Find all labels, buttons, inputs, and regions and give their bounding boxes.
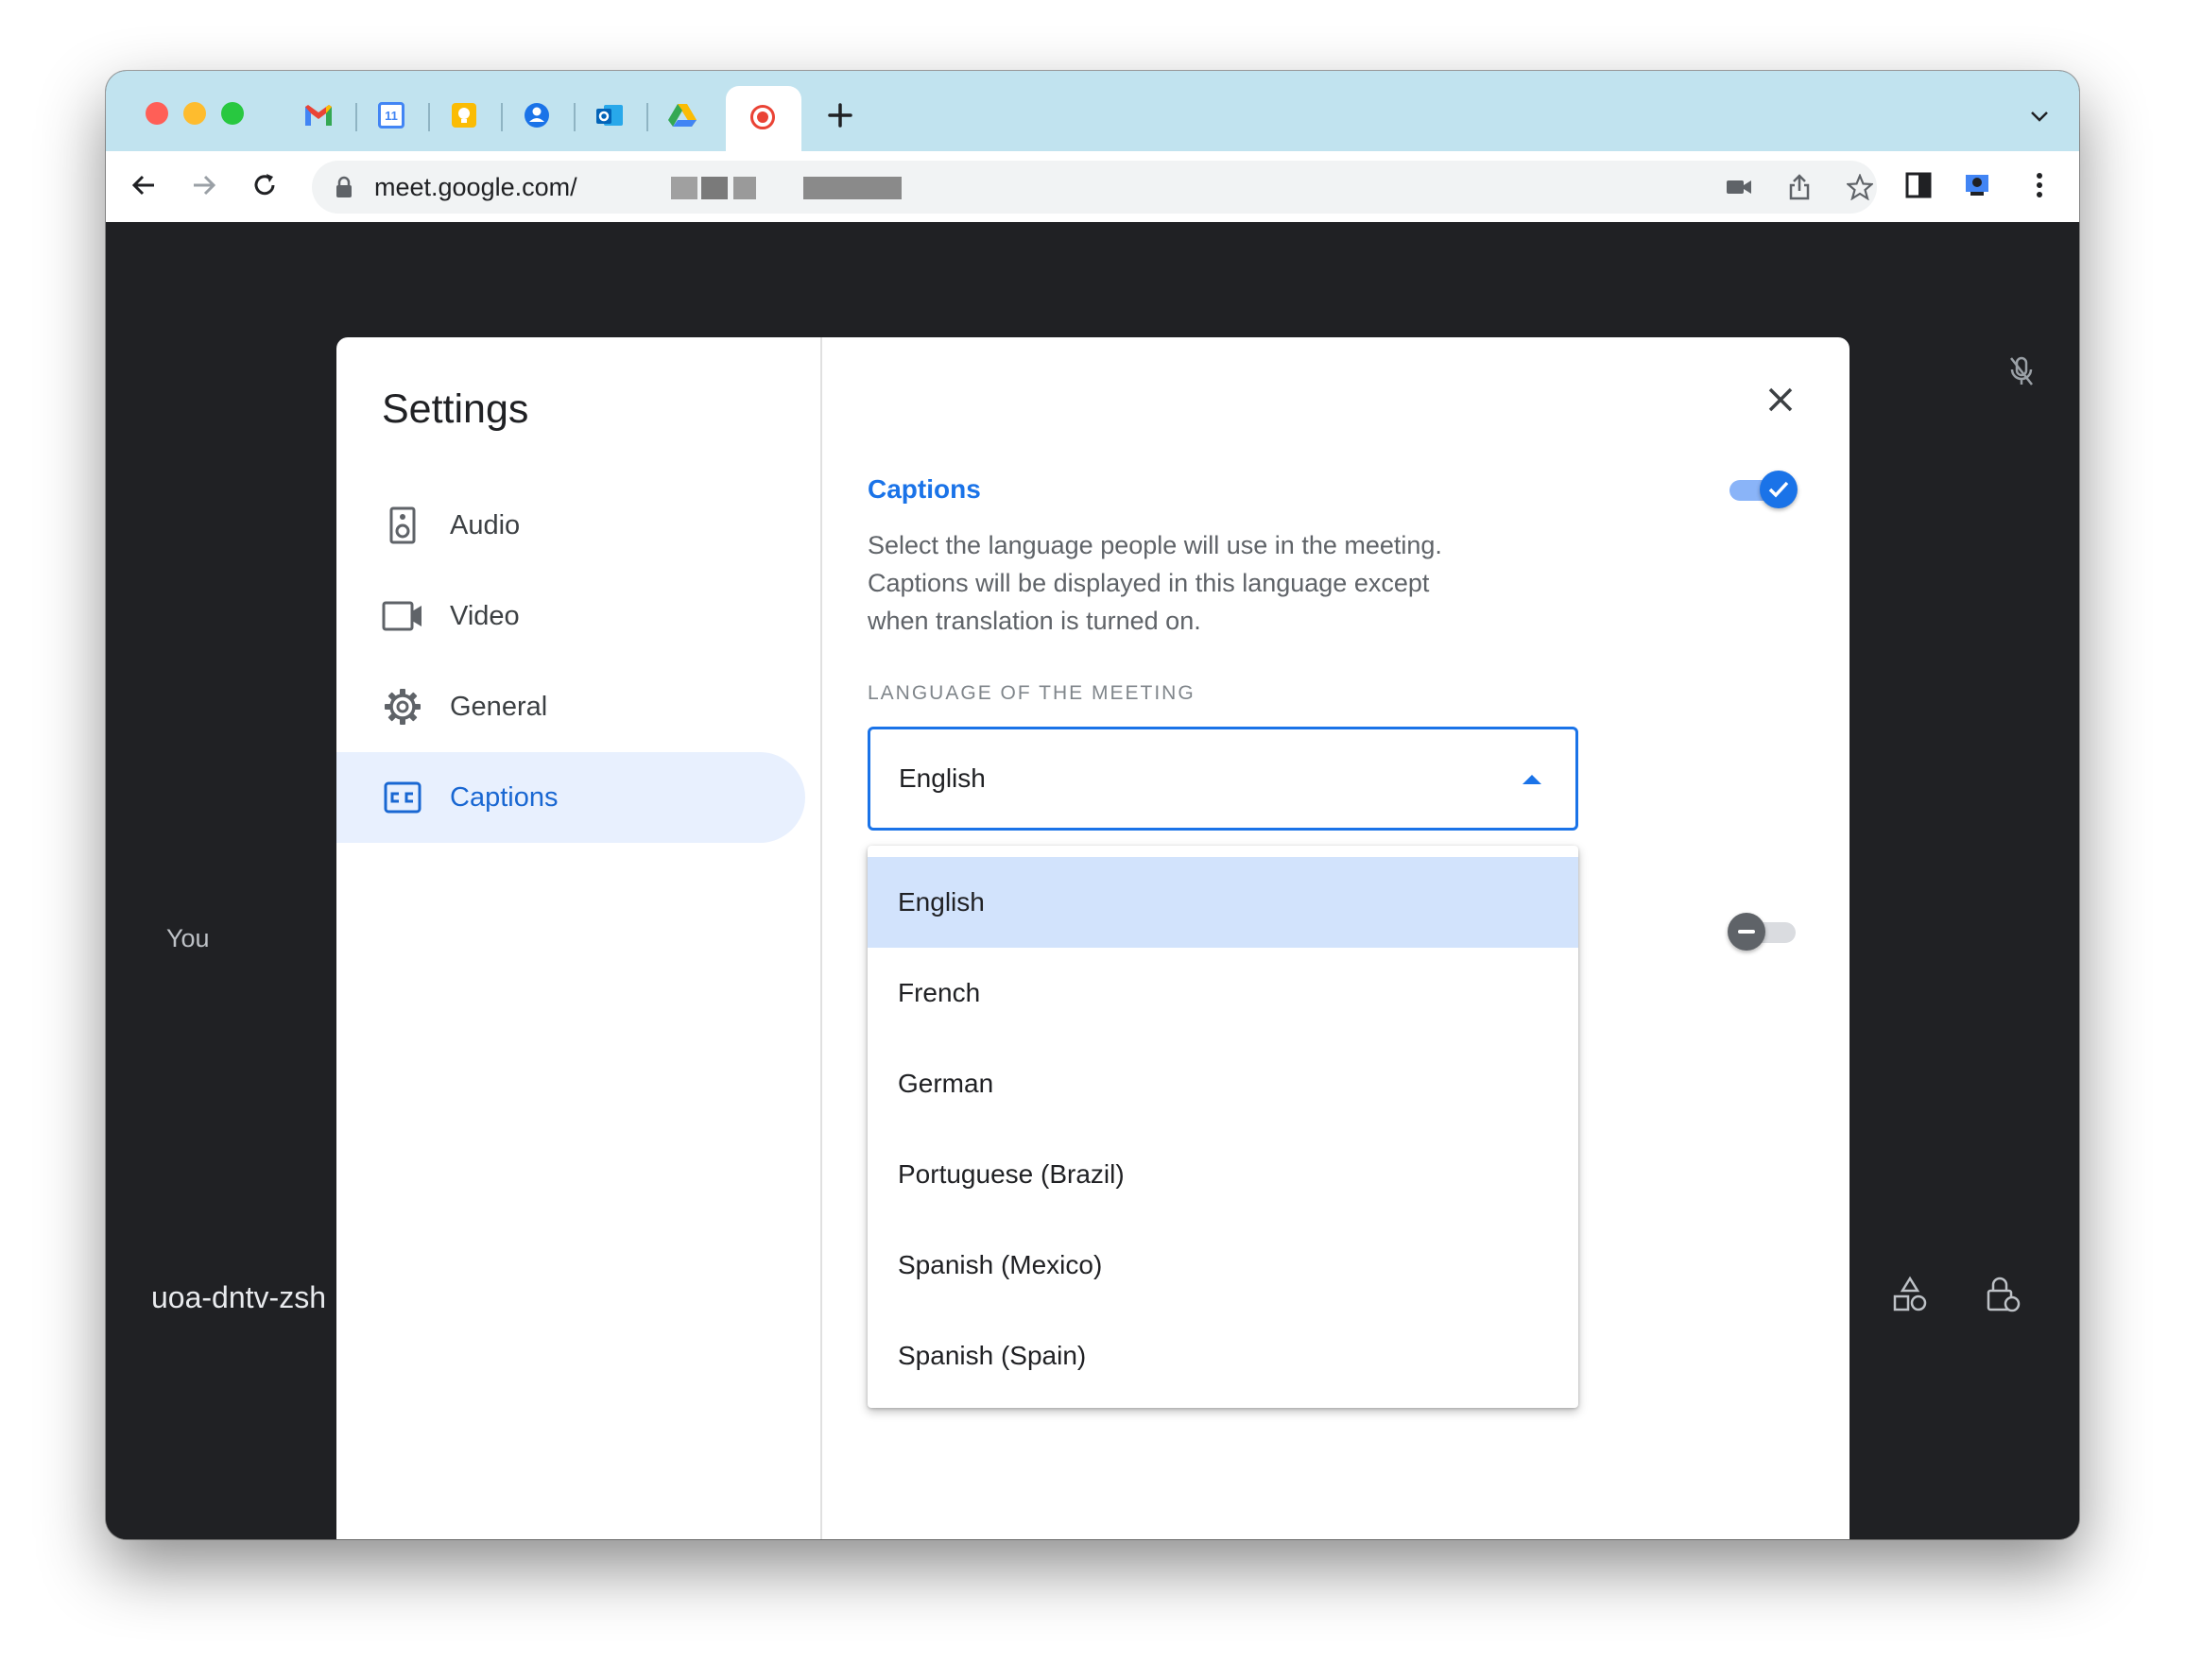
language-dropdown: English French German Portuguese (Brazil… <box>868 846 1578 1408</box>
drive-icon[interactable] <box>666 99 698 131</box>
check-icon <box>1760 471 1798 508</box>
back-arrow-icon[interactable] <box>127 168 161 202</box>
minimize-window-button[interactable] <box>183 102 206 125</box>
settings-sidebar: Settings Audio Video General Captions <box>336 337 822 1539</box>
language-select-value: English <box>899 763 986 793</box>
captions-toggle[interactable] <box>1728 471 1798 508</box>
mic-off-icon <box>2000 350 2043 393</box>
nav-item-general[interactable]: General <box>336 661 805 752</box>
close-window-button[interactable] <box>146 102 168 125</box>
settings-title: Settings <box>382 386 529 432</box>
tab-bar: 11 <box>106 71 2079 151</box>
language-option[interactable]: Spanish (Spain) <box>868 1311 1578 1401</box>
language-option[interactable]: German <box>868 1038 1578 1129</box>
translation-toggle[interactable] <box>1728 913 1798 951</box>
video-camera-icon <box>382 595 423 637</box>
gear-icon <box>382 686 423 728</box>
language-option[interactable]: English <box>868 857 1578 948</box>
browser-toolbar: meet.google.com/ <box>106 151 2079 223</box>
closed-captions-icon <box>382 777 423 818</box>
nav-item-video[interactable]: Video <box>336 571 805 661</box>
keep-icon[interactable] <box>448 99 480 131</box>
self-tile-label: You <box>166 924 210 952</box>
meeting-code: uoa-dntv-zsh <box>151 1280 326 1314</box>
minus-icon <box>1728 913 1765 951</box>
settings-dialog: Settings Audio Video General Captions Ca… <box>336 337 1850 1539</box>
gmail-icon[interactable] <box>302 99 335 131</box>
redacted-url-block <box>701 177 728 199</box>
tab-separator <box>428 103 430 131</box>
caret-up-icon <box>1523 775 1541 784</box>
tab-separator <box>501 103 503 131</box>
tab-separator <box>355 103 357 131</box>
language-field-label: LANGUAGE OF THE MEETING <box>868 682 1196 704</box>
maximize-window-button[interactable] <box>221 102 244 125</box>
tab-separator <box>574 103 576 131</box>
chevron-down-icon[interactable] <box>2028 105 2051 128</box>
nav-item-label: Audio <box>450 509 521 540</box>
captions-description: Select the language people will use in t… <box>868 531 1442 635</box>
speaker-icon <box>382 505 423 546</box>
redacted-url-block <box>671 177 697 199</box>
language-select[interactable]: English <box>868 727 1578 831</box>
extension-icon[interactable] <box>1960 168 1994 202</box>
redacted-url-block <box>733 177 756 199</box>
tab-meet-active[interactable] <box>726 86 801 151</box>
reload-icon[interactable] <box>248 168 282 202</box>
nav-item-audio[interactable]: Audio <box>336 480 805 571</box>
forward-arrow-icon[interactable] <box>187 168 221 202</box>
language-option[interactable]: Portuguese (Brazil) <box>868 1129 1578 1220</box>
address-bar[interactable]: meet.google.com/ <box>312 161 1877 214</box>
host-controls-icon[interactable] <box>1981 1273 2024 1316</box>
share-icon[interactable] <box>1784 172 1815 202</box>
contacts-icon[interactable] <box>521 99 553 131</box>
language-option[interactable]: Spanish (Mexico) <box>868 1220 1578 1311</box>
side-panel-icon[interactable] <box>1901 168 1936 202</box>
calendar-day: 11 <box>378 102 404 129</box>
url-text: meet.google.com/ <box>374 173 577 201</box>
meet-content: You uoa-dntv-zsh Settings Audio Video Ge… <box>106 222 2079 1539</box>
redacted-url-block <box>803 177 902 199</box>
nav-item-label: Video <box>450 600 520 631</box>
new-tab-button[interactable] <box>824 99 856 131</box>
nav-item-label: General <box>450 691 548 722</box>
activities-icon[interactable] <box>1888 1273 1932 1316</box>
language-option[interactable]: French <box>868 948 1578 1038</box>
calendar-icon[interactable]: 11 <box>375 99 407 131</box>
captions-section-title: Captions <box>868 474 981 504</box>
lock-icon[interactable] <box>335 176 353 203</box>
nav-item-label: Captions <box>450 781 559 813</box>
more-menu-icon[interactable] <box>2022 168 2056 202</box>
star-icon[interactable] <box>1845 172 1875 202</box>
camera-icon[interactable] <box>1724 172 1754 202</box>
browser-window: 11 meet.google.com/ You uoa-dntv-zsh Set… <box>106 71 2079 1539</box>
nav-item-captions[interactable]: Captions <box>336 752 805 843</box>
record-icon <box>750 105 775 129</box>
tab-separator <box>646 103 648 131</box>
outlook-icon[interactable] <box>594 99 626 131</box>
close-icon[interactable] <box>1758 377 1803 422</box>
